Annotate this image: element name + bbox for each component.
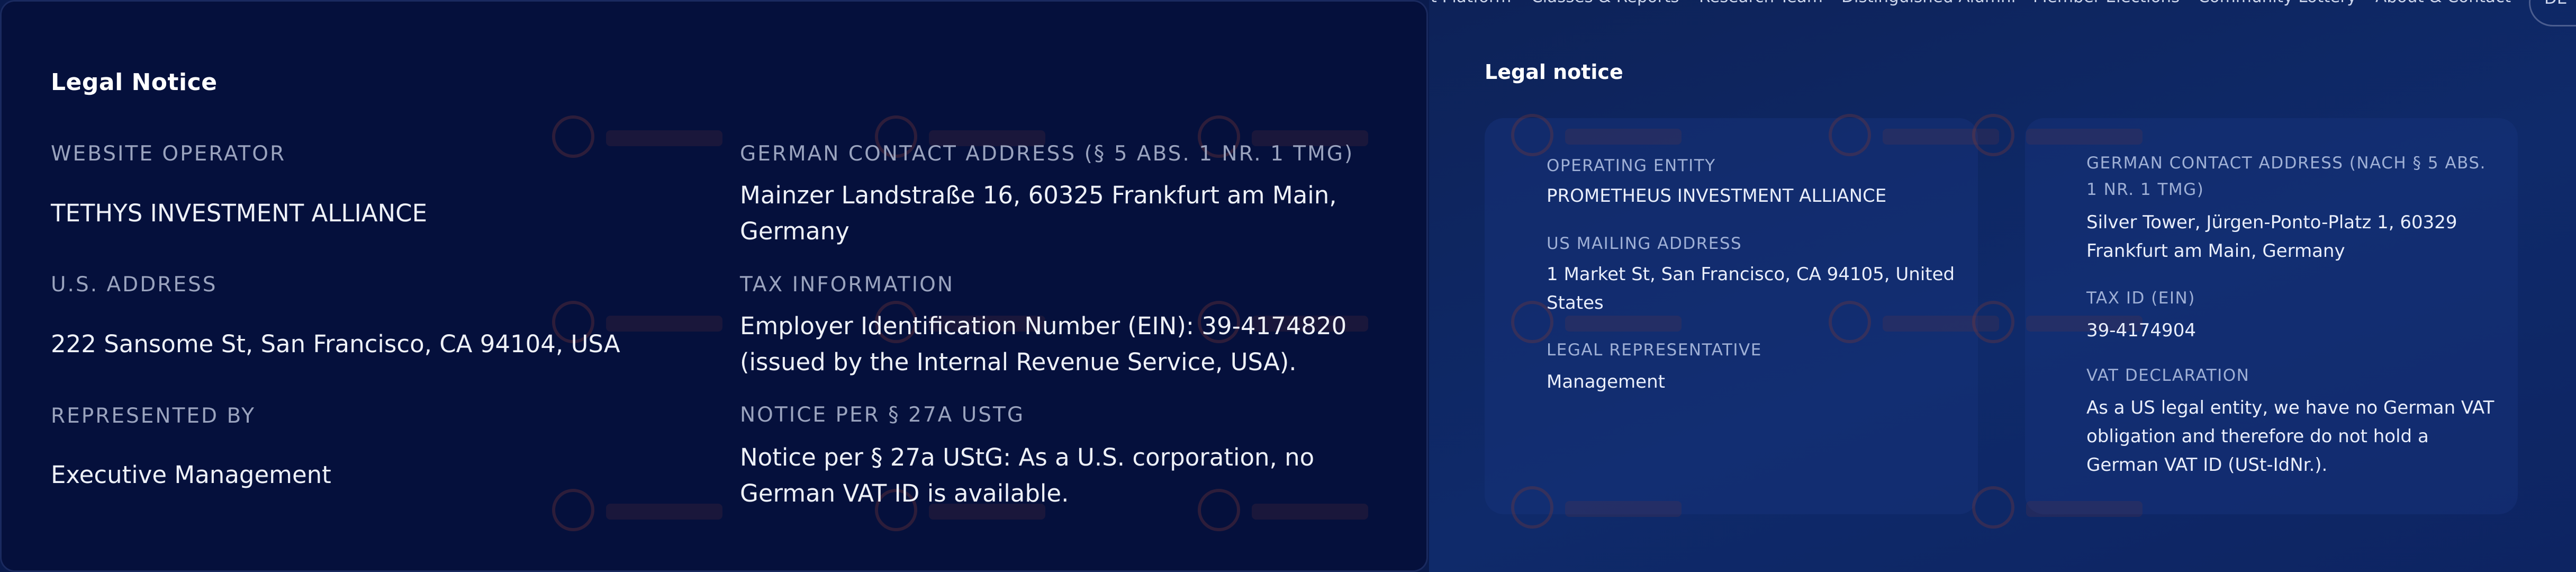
- tax-info-card: GERMAN CONTACT ADDRESS (NACH § 5 ABS. 1 …: [1972, 114, 2518, 529]
- us-address-label: U.S. ADDRESS: [51, 273, 218, 297]
- page-title: Legal Notice: [51, 69, 218, 96]
- ustg-notice-label: NOTICE PER § 27A USTG: [740, 403, 1025, 427]
- german-address-label: GERMAN CONTACT ADDRESS (§ 5 ABS. 1 NR. 1…: [740, 142, 1354, 166]
- legal-representative-value: Management: [1547, 371, 1665, 392]
- nav-item-distinguished-alumni[interactable]: Distinguished Alumni: [1841, 0, 2015, 6]
- legal-notice-panel-right: it Platform Classes & Reports Research T…: [1429, 0, 2576, 572]
- watermark-icon: [552, 489, 722, 531]
- mailing-address-label: US MAILING ADDRESS: [1547, 234, 1742, 253]
- nav-item-classes-reports[interactable]: Classes & Reports: [1531, 0, 1679, 6]
- operating-entity-value: PROMETHEUS INVESTMENT ALLIANCE: [1547, 185, 1887, 207]
- watermark-icon: [552, 115, 722, 158]
- nav-item-research-team[interactable]: Research Team: [1699, 0, 1823, 6]
- nav-item-about-contact[interactable]: About & Contact: [2375, 0, 2511, 6]
- mailing-address-value: 1 Market St, San Francisco, CA 94105, Un…: [1547, 264, 1955, 314]
- nav-item-community-lottery[interactable]: Community Lottery: [2198, 0, 2356, 6]
- represented-label: REPRESENTED BY: [51, 404, 256, 428]
- tax-info-value: Employer Identification Number (EIN): 39…: [740, 312, 1347, 376]
- tax-info-label: TAX INFORMATION: [740, 273, 954, 297]
- german-address-value: Mainzer Landstraße 16, 60325 Frankfurt a…: [740, 181, 1337, 245]
- watermark-icon: [1972, 301, 2143, 343]
- german-contact-value: Silver Tower, Jürgen-Ponto-Platz 1, 6032…: [2086, 212, 2457, 262]
- language-toggle-button[interactable]: DE: [2529, 0, 2576, 26]
- watermark-icon: [1511, 486, 1682, 529]
- ustg-notice-value: Notice per § 27a UStG: As a U.S. corpora…: [740, 443, 1315, 507]
- tax-id-label: TAX ID (EIN): [2086, 289, 2195, 308]
- watermark-icon: [1972, 114, 2143, 156]
- tax-id-value: 39-4174904: [2086, 320, 2196, 341]
- watermark-icon: [1829, 114, 1999, 156]
- operator-label: WEBSITE OPERATOR: [51, 142, 286, 166]
- represented-value: Executive Management: [51, 461, 331, 489]
- operating-entity-label: OPERATING ENTITY: [1547, 156, 1716, 175]
- entity-info-card: OPERATING ENTITY PROMETHEUS INVESTMENT A…: [1485, 114, 1999, 529]
- vat-declaration-value: As a US legal entity, we have no German …: [2086, 397, 2494, 476]
- watermark-icon: [1972, 486, 2143, 529]
- legal-representative-label: LEGAL REPRESENTATIVE: [1547, 341, 1762, 360]
- us-address-value: 222 Sansome St, San Francisco, CA 94104,…: [51, 330, 620, 358]
- legal-notice-panel-left: Legal Notice WEBSITE OPERATOR TETHYS INV…: [0, 0, 1428, 572]
- nav-item-platform[interactable]: it Platform: [1429, 0, 1511, 6]
- watermark-icon: [1511, 114, 1682, 156]
- vat-declaration-label: VAT DECLARATION: [2086, 366, 2250, 385]
- operator-value: TETHYS INVESTMENT ALLIANCE: [51, 199, 428, 227]
- top-navigation: it Platform Classes & Reports Research T…: [1429, 0, 2576, 32]
- german-contact-label: GERMAN CONTACT ADDRESS (NACH § 5 ABS. 1 …: [2086, 154, 2486, 199]
- nav-item-member-elections[interactable]: Member Elections: [2033, 0, 2180, 6]
- page-title: Legal notice: [1485, 60, 1623, 84]
